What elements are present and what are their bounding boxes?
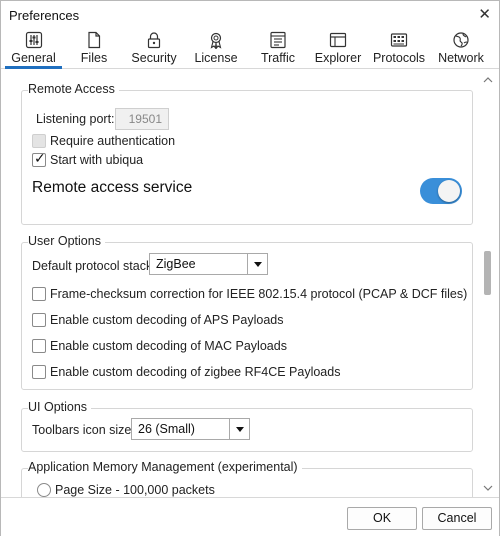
tab-files[interactable]: Files <box>71 29 117 69</box>
scroll-up-icon[interactable] <box>483 73 493 83</box>
scroll-down-icon[interactable] <box>483 481 493 491</box>
tab-security-label: Security <box>131 51 177 65</box>
icon-size-value: 26 (Small) <box>138 422 195 436</box>
require-auth-checkbox[interactable] <box>32 134 46 148</box>
default-stack-select[interactable]: ZigBee <box>149 253 268 275</box>
user-options-title: User Options <box>28 234 105 248</box>
fcs-checkbox[interactable] <box>32 287 46 301</box>
preferences-dialog: Preferences ✕ General Files Security Lic… <box>0 0 500 536</box>
page-size-label: Page Size - 100,000 packets <box>55 483 215 497</box>
file-icon <box>84 30 104 50</box>
tab-explorer[interactable]: Explorer <box>315 29 361 69</box>
scrollbar-thumb[interactable] <box>484 251 491 295</box>
checkmark-icon: ✓ <box>34 150 46 166</box>
tab-network[interactable]: Network <box>435 29 487 69</box>
dialog-footer: OK Cancel <box>1 497 499 536</box>
toggle-knob <box>438 180 460 202</box>
fcs-label: Frame-checksum correction for IEEE 802.1… <box>50 287 468 301</box>
tab-protocols-label: Protocols <box>372 51 426 65</box>
aps-label: Enable custom decoding of APS Payloads <box>50 313 284 327</box>
remote-access-service-toggle[interactable] <box>420 178 462 204</box>
lock-icon <box>144 30 164 50</box>
rf4ce-label: Enable custom decoding of zigbee RF4CE P… <box>50 365 341 379</box>
tab-general-label: General <box>11 51 56 65</box>
listening-port-field[interactable]: 19501 <box>115 108 169 130</box>
ui-options-title: UI Options <box>28 400 92 414</box>
icon-size-select[interactable]: 26 (Small) <box>131 418 250 440</box>
default-stack-value: ZigBee <box>156 257 196 271</box>
tab-network-label: Network <box>438 51 484 65</box>
tab-bar: General Files Security License Traffic E… <box>1 29 499 69</box>
tab-license-label: License <box>194 51 238 65</box>
start-with-ubiqua-label: Start with ubiqua <box>50 153 144 167</box>
grid-icon <box>389 30 409 50</box>
cancel-button[interactable]: Cancel <box>422 507 492 530</box>
listening-port-label: Listening port: <box>36 112 115 126</box>
tab-traffic-label: Traffic <box>260 51 296 65</box>
remote-access-service-label: Remote access service <box>32 179 193 196</box>
tab-files-label: Files <box>80 51 108 65</box>
remote-access-title: Remote Access <box>28 82 119 96</box>
default-stack-label: Default protocol stack: <box>32 259 156 273</box>
close-icon[interactable]: ✕ <box>478 5 491 23</box>
memory-title: Application Memory Management (experimen… <box>28 460 302 474</box>
mac-checkbox[interactable] <box>32 339 46 353</box>
mac-label: Enable custom decoding of MAC Payloads <box>50 339 287 353</box>
window-icon <box>328 30 348 50</box>
tab-security[interactable]: Security <box>131 29 177 69</box>
title-bar: Preferences ✕ <box>1 1 499 29</box>
tab-explorer-label: Explorer <box>314 51 362 65</box>
tab-general[interactable]: General <box>5 29 62 69</box>
tab-traffic[interactable]: Traffic <box>255 29 301 69</box>
ok-button[interactable]: OK <box>347 507 417 530</box>
window-title: Preferences <box>9 8 80 23</box>
chevron-down-icon[interactable] <box>229 419 249 439</box>
rf4ce-checkbox[interactable] <box>32 365 46 379</box>
sliders-icon <box>24 30 44 50</box>
tab-protocols[interactable]: Protocols <box>373 29 425 69</box>
chevron-down-icon[interactable] <box>247 254 267 274</box>
award-icon <box>206 30 226 50</box>
aps-checkbox[interactable] <box>32 313 46 327</box>
page-size-radio[interactable] <box>37 483 51 497</box>
icon-size-label: Toolbars icon size: <box>32 423 135 437</box>
tab-license[interactable]: License <box>193 29 239 69</box>
require-auth-label: Require authentication <box>50 134 176 148</box>
globe-icon <box>451 30 471 50</box>
start-with-ubiqua-checkbox[interactable]: ✓ <box>32 150 46 167</box>
traffic-icon <box>268 30 288 50</box>
